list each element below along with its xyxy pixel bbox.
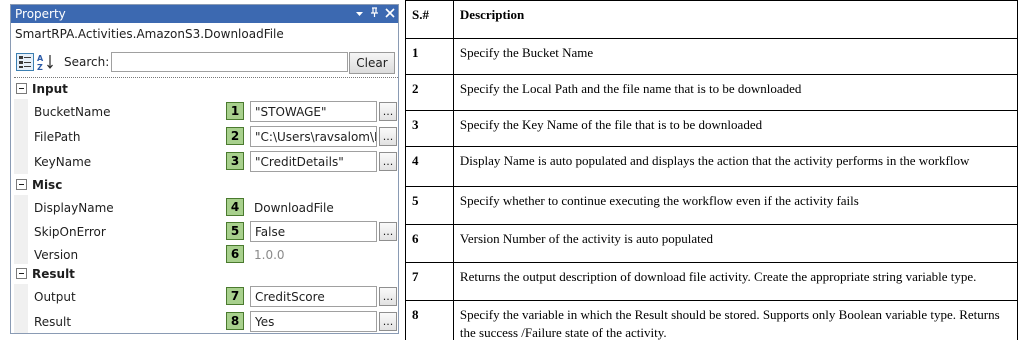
callout-badge: 2: [226, 127, 244, 145]
table-row: 8 Specify the variable in which the Resu…: [405, 300, 1018, 340]
property-name: Result: [34, 315, 72, 329]
row-number: 2: [405, 74, 454, 111]
table-row: 1 Specify the Bucket Name: [405, 38, 1018, 75]
collapse-toggle-icon[interactable]: [16, 83, 27, 94]
table-row: 3 Specify the Key Name of the file that …: [405, 110, 1018, 147]
property-name: KeyName: [34, 155, 92, 169]
callout-badge: 1: [226, 102, 244, 120]
property-name: FilePath: [34, 130, 81, 144]
callout-badge: 7: [226, 287, 244, 305]
close-icon[interactable]: [385, 7, 395, 21]
row-number: 6: [405, 224, 454, 263]
property-row-displayname: DisplayName 4 DownloadFile: [14, 195, 398, 220]
collapse-toggle-icon[interactable]: [16, 268, 27, 279]
categorized-view-icon[interactable]: [16, 53, 34, 71]
bucketname-field[interactable]: "STOWAGE": [250, 101, 377, 122]
filepath-field[interactable]: "C:\Users\ravsalom\De: [250, 126, 377, 147]
table-header-row: S.# Description: [405, 0, 1018, 39]
alphabetical-sort-icon[interactable]: A Z: [37, 53, 55, 72]
callout-badge: 8: [226, 312, 244, 330]
ellipsis-button[interactable]: ...: [379, 312, 397, 331]
property-toolbar: A Z Search: Clear: [11, 49, 398, 75]
property-name: Version: [34, 248, 79, 262]
row-description: Specify the Key Name of the file that is…: [452, 110, 1018, 147]
row-description: Display Name is auto populated and displ…: [452, 146, 1018, 187]
svg-text:Z: Z: [37, 63, 43, 71]
ellipsis-button[interactable]: ...: [379, 127, 397, 146]
row-description: Specify whether to continue executing th…: [452, 186, 1018, 225]
row-description: Specify the variable in which the Result…: [452, 300, 1018, 340]
callout-badge: 3: [226, 152, 244, 170]
property-grid: Input BucketName 1 "STOWAGE" ... FilePat…: [14, 77, 398, 333]
svg-text:A: A: [37, 54, 44, 63]
result-field[interactable]: Yes: [250, 311, 377, 332]
property-name: Output: [34, 290, 76, 304]
property-name: DisplayName: [34, 201, 114, 215]
ellipsis-button[interactable]: ...: [379, 222, 397, 241]
property-row-output: Output 7 CreditScore ...: [14, 284, 398, 309]
category-label: Misc: [32, 178, 63, 192]
table-row: 5 Specify whether to continue executing …: [405, 186, 1018, 225]
table-row: 7 Returns the output description of down…: [405, 262, 1018, 301]
category-label: Result: [32, 267, 75, 281]
row-number: 8: [405, 300, 454, 340]
row-description: Specify the Local Path and the file name…: [452, 74, 1018, 111]
activity-class-name: SmartRPA.Activities.AmazonS3.DownloadFil…: [15, 27, 284, 41]
skiponerror-field[interactable]: False: [250, 221, 377, 242]
row-number: 3: [405, 110, 454, 147]
ellipsis-button[interactable]: ...: [379, 152, 397, 171]
table-row: 4 Display Name is auto populated and dis…: [405, 146, 1018, 187]
panel-titlebar: Property: [11, 5, 398, 23]
category-misc: Misc: [14, 175, 398, 195]
row-description: Specify the Bucket Name: [452, 38, 1018, 75]
output-field[interactable]: CreditScore: [250, 286, 377, 307]
property-name: BucketName: [34, 105, 111, 119]
dropdown-arrow-icon[interactable]: [355, 7, 364, 21]
property-row-bucketname: BucketName 1 "STOWAGE" ...: [14, 99, 398, 124]
table-row: 6 Version Number of the activity is auto…: [405, 224, 1018, 263]
category-result: Result: [14, 264, 398, 284]
description-table: S.# Description 1 Specify the Bucket Nam…: [405, 0, 1018, 340]
search-input[interactable]: [111, 52, 348, 72]
header-serial: S.#: [405, 0, 454, 39]
ellipsis-button[interactable]: ...: [379, 102, 397, 121]
property-row-filepath: FilePath 2 "C:\Users\ravsalom\De ...: [14, 124, 398, 149]
category-input: Input: [14, 79, 398, 99]
row-number: 7: [405, 262, 454, 301]
callout-badge: 4: [226, 198, 244, 216]
displayname-value[interactable]: DownloadFile: [254, 201, 334, 215]
keyname-field[interactable]: "CreditDetails": [250, 151, 377, 172]
pin-icon[interactable]: [370, 7, 379, 21]
callout-badge: 5: [226, 222, 244, 240]
row-number: 5: [405, 186, 454, 225]
property-name: SkipOnError: [34, 225, 106, 239]
search-label: Search:: [64, 55, 110, 69]
table-row: 2 Specify the Local Path and the file na…: [405, 74, 1018, 111]
ellipsis-button[interactable]: ...: [379, 287, 397, 306]
property-panel: Property SmartRPA.Activities.AmazonS3.Do…: [10, 4, 399, 334]
collapse-toggle-icon[interactable]: [16, 179, 27, 190]
callout-badge: 6: [226, 245, 244, 263]
category-label: Input: [32, 82, 68, 96]
row-number: 4: [405, 146, 454, 187]
header-description: Description: [452, 0, 1018, 39]
clear-button[interactable]: Clear: [349, 52, 395, 74]
row-description: Version Number of the activity is auto p…: [452, 224, 1018, 263]
property-row-keyname: KeyName 3 "CreditDetails" ...: [14, 149, 398, 174]
panel-title: Property: [15, 7, 66, 21]
row-number: 1: [405, 38, 454, 75]
property-row-skiponerror: SkipOnError 5 False ...: [14, 219, 398, 244]
property-row-result: Result 8 Yes ...: [14, 309, 398, 333]
version-value: 1.0.0: [254, 248, 285, 262]
row-description: Returns the output description of downlo…: [452, 262, 1018, 301]
